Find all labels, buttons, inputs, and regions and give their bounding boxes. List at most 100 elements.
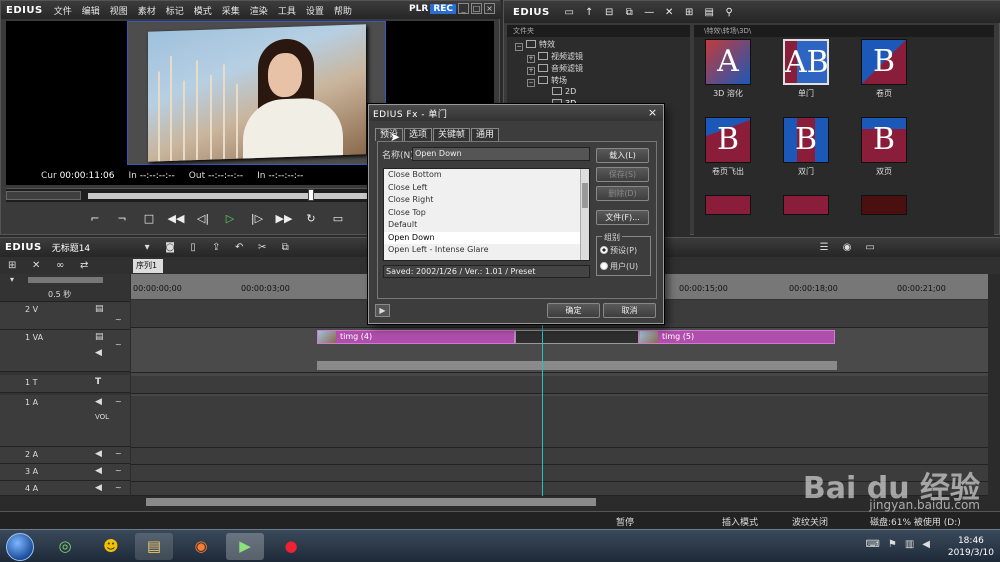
step-back-icon[interactable]: ◁|	[194, 211, 212, 227]
export-icon[interactable]: ⇪	[209, 241, 223, 255]
speaker-icon[interactable]: ◀	[95, 466, 102, 476]
mixer-icon[interactable]: ☰	[817, 241, 831, 255]
load-button[interactable]: 载入(L)	[596, 148, 649, 163]
menu-mode[interactable]: 模式	[189, 4, 217, 17]
search-icon[interactable]: ⚲	[723, 6, 736, 19]
video-icon[interactable]: ▤	[95, 332, 104, 342]
effect-tile[interactable]: B 卷页飞出	[698, 117, 758, 177]
keyboard-icon[interactable]: ⌨	[865, 539, 879, 550]
track-header-2a[interactable]: 2 A ◀ ~	[0, 447, 130, 464]
scrollbar-thumb[interactable]	[582, 183, 588, 208]
zoom-icon[interactable]: ▾	[10, 275, 14, 284]
up-folder-icon[interactable]: ↑	[583, 6, 596, 19]
close-icon[interactable]: ×	[484, 3, 495, 14]
volume-icon[interactable]: ◀	[922, 539, 930, 550]
loop-icon[interactable]: ↻	[302, 211, 320, 227]
track-1t[interactable]	[131, 376, 988, 394]
expand-icon[interactable]: ~	[115, 449, 122, 458]
stop-icon[interactable]: □	[140, 211, 158, 227]
folder-icon[interactable]: ▭	[563, 6, 576, 19]
delete-button[interactable]: 删除(D)	[596, 186, 649, 201]
expand-icon[interactable]: ~	[115, 315, 122, 324]
output-icon[interactable]: ▭	[329, 211, 347, 227]
tab-options[interactable]: 选项	[404, 128, 433, 141]
title-icon[interactable]: T	[95, 377, 101, 387]
copy-icon[interactable]: ⧉	[278, 241, 292, 255]
expand-icon[interactable]: ~	[115, 466, 122, 475]
properties-icon[interactable]: ⊞	[683, 6, 696, 19]
set-out-icon[interactable]: ¬	[113, 211, 131, 227]
shuttle-slider[interactable]	[6, 191, 81, 200]
effect-tile[interactable]	[854, 195, 914, 215]
preset-item[interactable]: Open Left - Intense Glare	[384, 244, 589, 257]
zoom-value[interactable]: 0.5 秒	[48, 289, 71, 300]
name-field[interactable]: Open Down	[412, 147, 590, 161]
menu-render[interactable]: 渲染	[245, 4, 273, 17]
cut-icon[interactable]: ✂	[255, 241, 269, 255]
sequence-tab[interactable]: 序列1	[133, 259, 163, 273]
layer-icon[interactable]: ⧉	[623, 6, 636, 19]
effect-tile[interactable]	[776, 195, 836, 215]
hscroll-thumb[interactable]	[146, 498, 596, 506]
start-button[interactable]	[6, 533, 34, 561]
rec-button[interactable]: REC	[430, 3, 456, 14]
speaker-icon[interactable]: ◀	[95, 449, 102, 459]
minimize-icon[interactable]: _	[458, 3, 469, 14]
tree-item-audio-filters[interactable]: + 音频滤镜	[527, 63, 583, 75]
effect-tile[interactable]	[698, 195, 758, 215]
track-header-4a[interactable]: 4 A ◀ ~	[0, 481, 130, 496]
track-header-1va[interactable]: 1 VA ▤ ◀ ~	[0, 330, 130, 372]
radio-user[interactable]: 用户(U)	[600, 261, 638, 272]
cancel-button[interactable]: 取消	[603, 303, 656, 318]
effect-tile[interactable]: A 3D 溶化	[698, 39, 758, 99]
preset-list-scrollbar[interactable]	[580, 169, 589, 260]
play-icon[interactable]: ▷	[221, 211, 239, 227]
tree-item-effects[interactable]: − 特效	[515, 39, 555, 51]
view-icon[interactable]: ▤	[703, 6, 716, 19]
tree-item-2d[interactable]: 2D	[552, 87, 576, 96]
track-1a[interactable]	[131, 396, 988, 448]
file-button[interactable]: 文件(F)...	[596, 210, 649, 225]
effect-tile[interactable]: AB 单门	[776, 39, 836, 99]
network-icon[interactable]: ▥	[905, 539, 914, 550]
expand-icon[interactable]: ~	[115, 483, 122, 492]
save-button[interactable]: 保存(S)	[596, 167, 649, 182]
menu-file[interactable]: 文件	[49, 4, 77, 17]
preset-list[interactable]: Close Bottom Close Left Close Right Clos…	[383, 168, 590, 261]
timeline-vscroll[interactable]	[988, 274, 1000, 508]
preset-item[interactable]: Close Right	[384, 194, 589, 207]
color-icon[interactable]: ◉	[840, 241, 854, 255]
ok-button[interactable]: 确定	[547, 303, 600, 318]
effect-tile[interactable]: B 双页	[854, 117, 914, 177]
flag-icon[interactable]: ⚑	[888, 539, 897, 550]
close-icon[interactable]: ×	[646, 106, 659, 119]
maximize-icon[interactable]: □	[471, 3, 482, 14]
expand-icon[interactable]: ~	[115, 340, 122, 349]
clock[interactable]: 18:46 2019/3/10	[948, 535, 994, 559]
track-header-1t[interactable]: 1 T T	[0, 375, 130, 393]
app-qq-icon[interactable]: ☻	[92, 533, 130, 560]
rewind-icon[interactable]: ◀◀	[167, 211, 185, 227]
menu-view[interactable]: 视图	[105, 4, 133, 17]
transition-clip[interactable]	[515, 330, 639, 344]
menu-help[interactable]: 帮助	[329, 4, 357, 17]
open-icon[interactable]: ⊟	[603, 6, 616, 19]
line-icon[interactable]: —	[643, 6, 656, 19]
expand-icon[interactable]: ~	[115, 397, 122, 406]
speaker-icon[interactable]: ◀	[95, 397, 102, 407]
menu-settings[interactable]: 设置	[301, 4, 329, 17]
playhead[interactable]	[542, 300, 543, 496]
clip-timg-4[interactable]: timg (4)	[317, 330, 515, 344]
video-icon[interactable]: ▤	[95, 304, 104, 314]
audio-waveform-bar[interactable]	[317, 361, 837, 370]
fast-forward-icon[interactable]: ▶▶	[275, 211, 293, 227]
new-icon[interactable]: ▾	[140, 241, 154, 255]
camera-icon[interactable]: ◙	[163, 241, 177, 255]
app-explorer-icon[interactable]: ▤	[135, 533, 173, 560]
effect-tile[interactable]: B 双门	[776, 117, 836, 177]
preset-item[interactable]: Close Left	[384, 182, 589, 195]
preset-item[interactable]: Default	[384, 219, 589, 232]
app-firefox-icon[interactable]: ◉	[182, 533, 220, 560]
preset-item[interactable]: Close Top	[384, 207, 589, 220]
app-recorder-icon[interactable]: ●	[272, 533, 310, 560]
